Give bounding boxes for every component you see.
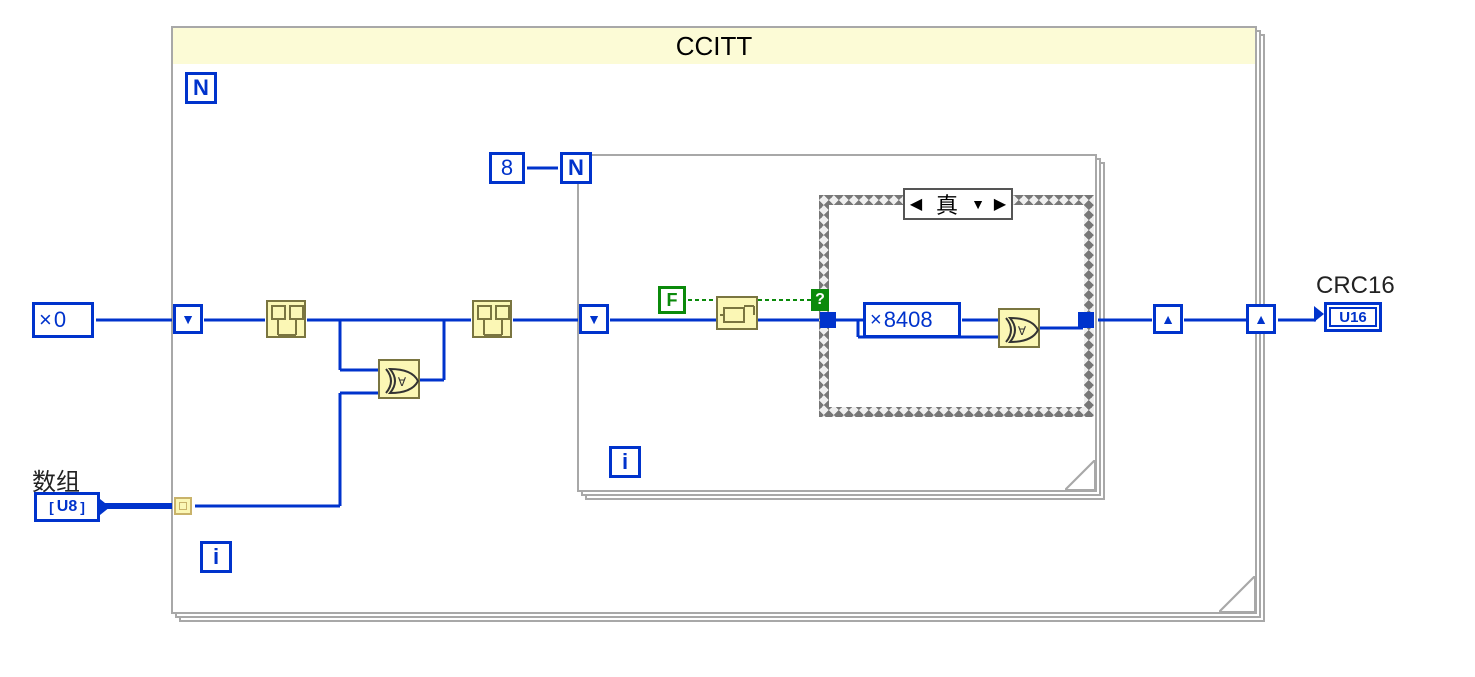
block-diagram-canvas: CCITT N i N 8 i ◀ 真 ▼ ◀ [0,0,1475,677]
split-number-2[interactable] [472,300,512,338]
initial-prefix: × [39,307,52,333]
case-selector-terminal: ? [811,289,829,311]
constant-8408[interactable]: × 8408 [863,302,961,338]
output-indicator[interactable]: U16 [1324,302,1382,332]
array-control[interactable]: [ U8 ] [34,492,100,522]
boolean-false-constant[interactable]: F [658,286,686,314]
inner-shift-register-left[interactable]: ▼ [579,304,609,334]
outer-n-terminal: N [185,72,217,104]
case-tunnel-right [1078,312,1094,328]
case-next-arrow[interactable]: ◀ [989,194,1011,214]
case-selector[interactable]: ◀ 真 ▼ ◀ [903,188,1013,220]
inner-n-terminal: N [560,152,592,184]
initial-number: 0 [54,307,66,333]
inner-shift-register-right[interactable]: ▲ [1153,304,1183,334]
svg-text:∀: ∀ [398,375,407,389]
frame-corner-fold [1219,576,1255,612]
rotate-shift-node[interactable] [716,296,758,330]
array-control-out-arrow [100,499,110,515]
case-prev-arrow[interactable]: ◀ [905,194,927,214]
svg-text:∀: ∀ [1018,324,1027,338]
output-in-arrow [1314,306,1324,322]
output-indicator-label: CRC16 [1316,272,1395,300]
split-number-1[interactable] [266,300,306,338]
inner-i-terminal: i [609,446,641,478]
xor-node-1[interactable]: ∀ [378,359,420,399]
case-tunnel-left [820,312,836,328]
case-dropdown-arrow[interactable]: ▼ [967,196,989,212]
outer-shift-register-left[interactable]: ▼ [173,304,203,334]
constant-initial-value[interactable]: × 0 [32,302,94,338]
frame-title: CCITT [173,28,1255,64]
constant-8[interactable]: 8 [489,152,525,184]
outer-i-terminal: i [200,541,232,573]
case-selector-label: 真 [927,188,967,220]
xor-node-2[interactable]: ∀ [998,308,1040,348]
outer-shift-register-right[interactable]: ▲ [1246,304,1276,334]
auto-index-tunnel [174,497,192,515]
inner-corner-fold [1065,460,1095,490]
